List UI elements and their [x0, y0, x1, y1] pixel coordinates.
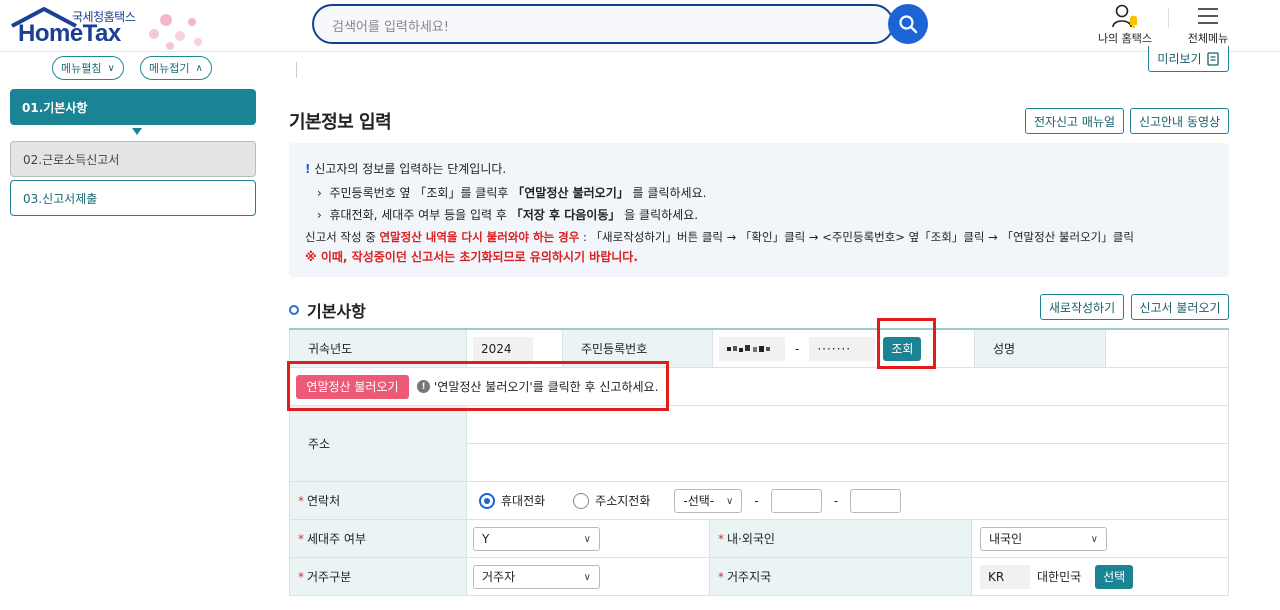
sidebar-item-label: 03.신고서제출 — [23, 191, 98, 206]
household-head-select[interactable]: Y ∨ — [473, 526, 600, 551]
guide-video-label: 신고안내 동영상 — [1138, 114, 1221, 129]
info-line-3: › 휴대전화, 세대주 여부 등을 입력 후 「저장 후 다음이동」 을 클릭하… — [317, 208, 699, 222]
masked-value-icon — [727, 344, 770, 352]
load-report-label: 신고서 불러오기 — [1139, 300, 1221, 315]
chevron-up-icon: ∧ — [195, 62, 203, 74]
residence-country-cell: KR 대한민국 선택 — [972, 558, 1229, 596]
radio-mobile-label: 휴대전화 — [501, 494, 546, 508]
required-mark: * — [718, 531, 724, 546]
name-cell — [1106, 330, 1229, 368]
name-label: 성명 — [975, 330, 1106, 368]
required-mark: * — [718, 569, 724, 584]
header-divider — [1168, 8, 1169, 28]
rrn-back-field: ······· — [809, 336, 876, 361]
nationality-select[interactable]: 내국인 ∨ — [980, 526, 1107, 551]
user-bell-icon — [1112, 4, 1137, 28]
info-panel: ! 신고자의 정보를 입력하는 단계입니다. › 주민등록번호 옆 「조회」를 … — [289, 143, 1229, 277]
contact-label: * 연락처 — [289, 482, 467, 520]
chevron-right-icon: › — [317, 208, 322, 222]
menu-expand-button[interactable]: 메뉴펼침 ∨ — [52, 56, 124, 80]
search-icon — [899, 15, 918, 34]
new-write-label: 새로작성하기 — [1048, 300, 1116, 315]
residence-label: * 거주구분 — [289, 558, 467, 596]
year-field: 2024 — [473, 336, 533, 361]
chevron-down-icon: ∨ — [1090, 533, 1098, 545]
chevron-down-icon: ∨ — [726, 495, 734, 507]
logo-text: HomeTax — [18, 20, 121, 47]
rrn-separator: - — [795, 341, 800, 356]
info-line-2: › 주민등록번호 옆 「조회」를 클릭후 「연말정산 불러오기」 를 클릭하세요… — [317, 186, 707, 200]
hometax-logo[interactable]: 국세청홈택스 HomeTax — [10, 4, 210, 50]
radio-mobile[interactable] — [479, 492, 495, 509]
phone-dash: - — [833, 493, 839, 508]
sidebar-item-label: 02.근로소득신고서 — [23, 152, 120, 167]
search-placeholder: 검색어를 입력하세요! — [332, 20, 449, 35]
sidebar-item-label: 01.기본사항 — [22, 100, 88, 115]
header: 국세청홈택스 HomeTax 검색어를 입력하세요! 나의 홈택스 전체메뉴 — [0, 0, 1280, 52]
chevron-down-icon: ∨ — [107, 62, 115, 74]
radio-home-phone[interactable] — [573, 492, 590, 509]
info-warning: ※ 이때, 작성중이던 신고서는 초기화되므로 유의하시기 바랍니다. — [305, 250, 638, 264]
address-label: 주소 — [289, 406, 467, 482]
all-menu-button[interactable]: 전체메뉴 — [1173, 2, 1243, 46]
phone-last-input[interactable] — [850, 488, 902, 513]
address-line-2[interactable] — [467, 444, 1229, 482]
required-mark: * — [298, 493, 304, 508]
blossom-icon — [149, 14, 202, 50]
section-title: 기본사항 — [289, 298, 366, 322]
sidebar-item-basic-info[interactable]: 01.기본사항 — [10, 89, 256, 125]
phone-dash: - — [754, 493, 759, 508]
nationality-cell: 내국인 ∨ — [972, 520, 1229, 558]
household-head-cell: Y ∨ — [467, 520, 710, 558]
preview-label: 미리보기 — [1157, 52, 1202, 66]
hamburger-menu-icon — [1198, 8, 1218, 24]
country-name: 대한민국 — [1037, 570, 1082, 584]
sidebar-item-earned-income-report[interactable]: 02.근로소득신고서 — [10, 141, 256, 177]
search-button[interactable] — [888, 4, 928, 44]
my-hometax-label: 나의 홈택스 — [1097, 32, 1153, 45]
all-menu-label: 전체메뉴 — [1187, 32, 1229, 45]
residence-cell: 거주자 ∨ — [467, 558, 710, 596]
contact-cell: 휴대전화 주소지전화 -선택- ∨ - - — [467, 482, 1229, 520]
address-line-1[interactable] — [467, 406, 1229, 444]
document-icon — [1206, 51, 1219, 66]
country-code-field: KR — [980, 564, 1030, 589]
page-title: 기본정보 입력 — [289, 112, 392, 133]
menu-expand-label: 메뉴펼침 — [61, 62, 102, 75]
search-input[interactable]: 검색어를 입력하세요! — [312, 4, 894, 44]
circle-bullet-icon — [289, 305, 299, 315]
rrn-front-field — [719, 336, 785, 361]
phone-middle-input[interactable] — [770, 488, 822, 513]
chevron-down-icon: ∨ — [583, 571, 591, 583]
sidebar-item-submit-report[interactable]: 03.신고서제출 — [10, 180, 256, 216]
required-mark: * — [298, 531, 304, 546]
highlight-lookup — [877, 318, 936, 369]
radio-home-phone-label: 주소지전화 — [595, 494, 651, 508]
load-report-button[interactable]: 신고서 불러오기 — [1131, 294, 1229, 320]
nationality-label: * 내·외국인 — [710, 520, 972, 558]
residence-country-label: * 거주지국 — [710, 558, 972, 596]
menu-collapse-label: 메뉴접기 — [149, 62, 190, 75]
new-write-button[interactable]: 새로작성하기 — [1040, 294, 1124, 320]
highlight-load-yearend — [287, 361, 669, 411]
info-line-4: 신고서 작성 중 연말정산 내역을 다시 불러와야 하는 경우 : 「새로작성하… — [305, 230, 1134, 244]
chevron-right-icon: › — [317, 186, 322, 200]
residence-select[interactable]: 거주자 ∨ — [473, 564, 600, 589]
divider — [296, 62, 297, 78]
phone-prefix-select[interactable]: -선택- ∨ — [674, 488, 743, 513]
step-arrow-icon — [132, 128, 142, 135]
manual-button[interactable]: 전자신고 매뉴얼 — [1025, 108, 1124, 134]
household-head-label: * 세대주 여부 — [289, 520, 467, 558]
manual-label: 전자신고 매뉴얼 — [1033, 114, 1116, 129]
exclamation-icon: ! — [305, 162, 311, 176]
country-select-button[interactable]: 선택 — [1095, 564, 1134, 589]
guide-video-button[interactable]: 신고안내 동영상 — [1130, 108, 1229, 134]
info-line-1: ! 신고자의 정보를 입력하는 단계입니다. — [305, 162, 507, 176]
chevron-down-icon: ∨ — [583, 533, 591, 545]
my-hometax-button[interactable]: 나의 홈택스 — [1090, 2, 1160, 46]
menu-collapse-button[interactable]: 메뉴접기 ∧ — [140, 56, 212, 80]
preview-button[interactable]: 미리보기 — [1148, 46, 1229, 72]
required-mark: * — [298, 569, 304, 584]
